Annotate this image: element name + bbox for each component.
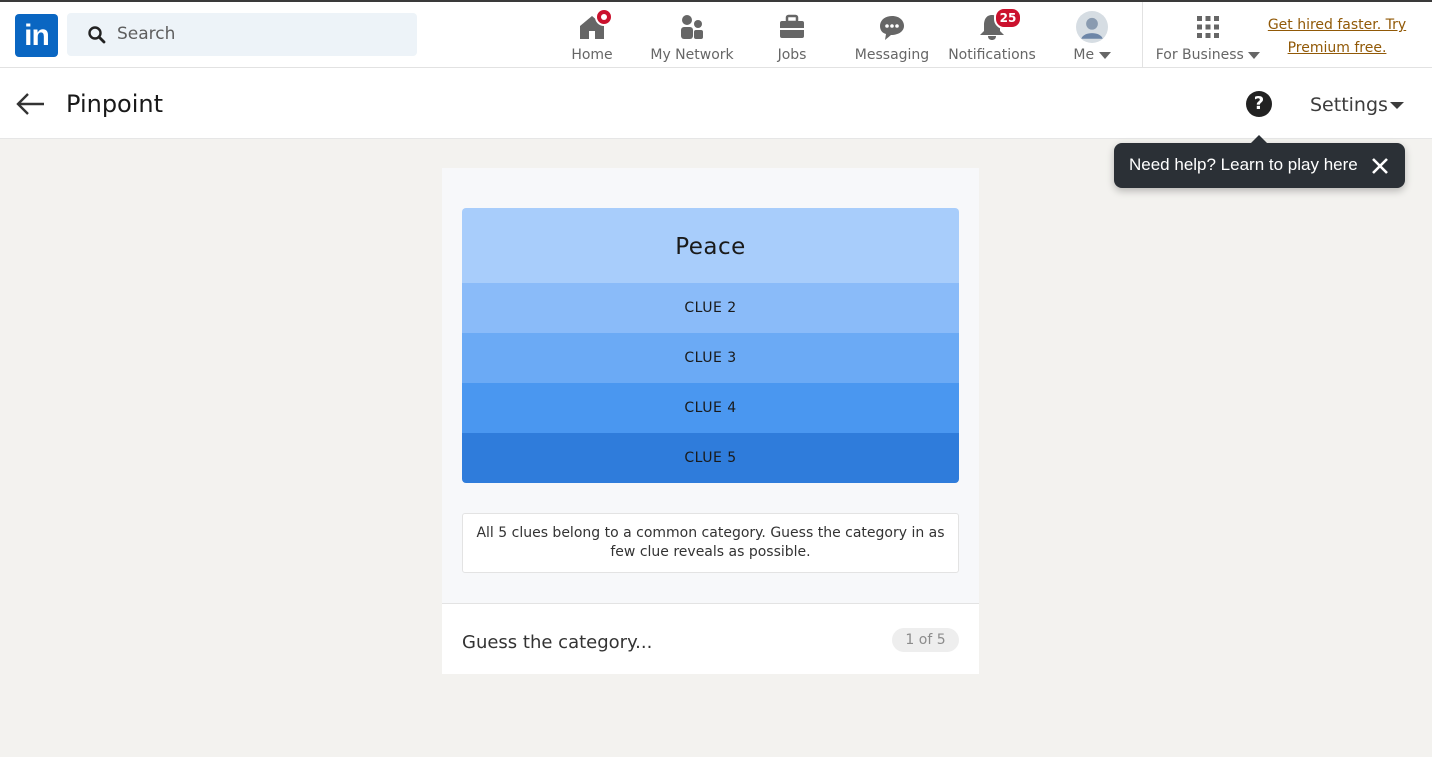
nav-messaging-label: Messaging [854, 47, 930, 63]
game-header: Pinpoint ? Settings [0, 68, 1432, 139]
help-tooltip-text[interactable]: Need help? Learn to play here [1129, 155, 1358, 175]
search-icon [88, 26, 106, 44]
nav-my-network-label: My Network [650, 47, 734, 63]
nav-messaging[interactable]: Messaging [852, 8, 932, 68]
messaging-icon [880, 16, 904, 40]
page-title: Pinpoint [66, 90, 164, 118]
search-input[interactable]: Search [117, 24, 175, 44]
nav-me[interactable]: Me [1062, 8, 1122, 68]
chevron-down-icon [1248, 51, 1261, 59]
nav-jobs-label: Jobs [777, 47, 807, 63]
grid-icon [1197, 16, 1219, 38]
search-bar[interactable]: Search [67, 13, 417, 56]
nav-notifications[interactable]: 25 Notifications [947, 7, 1037, 68]
premium-line-2: Premium free. [1287, 40, 1387, 56]
global-nav: in Search Home My Network Jobs Messaging… [0, 0, 1432, 68]
nav-divider [1142, 2, 1143, 68]
help-tooltip: Need help? Learn to play here [1114, 135, 1405, 188]
nav-me-label: Me [1062, 47, 1122, 63]
close-icon[interactable] [1370, 156, 1390, 176]
home-notification-dot [595, 8, 613, 26]
chevron-down-icon [1098, 51, 1111, 59]
nav-for-business-label: For Business [1154, 47, 1262, 63]
clue-3: CLUE 3 [462, 333, 959, 383]
notifications-badge: 25 [994, 7, 1022, 29]
guess-input[interactable] [462, 628, 862, 656]
premium-upsell-link[interactable]: Get hired faster. Try Premium free. [1262, 14, 1412, 60]
nav-notifications-label: Notifications [948, 47, 1036, 63]
guess-counter-badge: 1 of 5 [892, 628, 959, 652]
help-icon[interactable]: ? [1246, 91, 1272, 117]
back-arrow-icon[interactable] [15, 88, 47, 120]
instructions-text: All 5 clues belong to a common category.… [462, 513, 959, 573]
guess-row: 1 of 5 [442, 603, 979, 674]
clue-2: CLUE 2 [462, 283, 959, 333]
nav-for-business[interactable]: For Business [1154, 8, 1262, 68]
chevron-down-icon[interactable] [1390, 102, 1404, 109]
avatar [1076, 11, 1108, 43]
briefcase-icon [780, 14, 804, 38]
nav-my-network[interactable]: My Network [647, 8, 737, 68]
network-icon [681, 15, 703, 39]
settings-button[interactable]: Settings [1310, 94, 1388, 116]
clue-5: CLUE 5 [462, 433, 959, 483]
linkedin-logo[interactable]: in [15, 14, 58, 57]
clue-4: CLUE 4 [462, 383, 959, 433]
premium-line-1: Get hired faster. Try [1267, 17, 1407, 33]
clue-1-revealed: Peace [462, 208, 959, 283]
nav-home-label: Home [571, 47, 613, 63]
nav-home[interactable]: Home [562, 8, 622, 68]
clue-stack: Peace CLUE 2 CLUE 3 CLUE 4 CLUE 5 [462, 208, 959, 483]
pinpoint-game-card: Peace CLUE 2 CLUE 3 CLUE 4 CLUE 5 All 5 … [442, 168, 979, 674]
nav-jobs[interactable]: Jobs [762, 8, 822, 68]
